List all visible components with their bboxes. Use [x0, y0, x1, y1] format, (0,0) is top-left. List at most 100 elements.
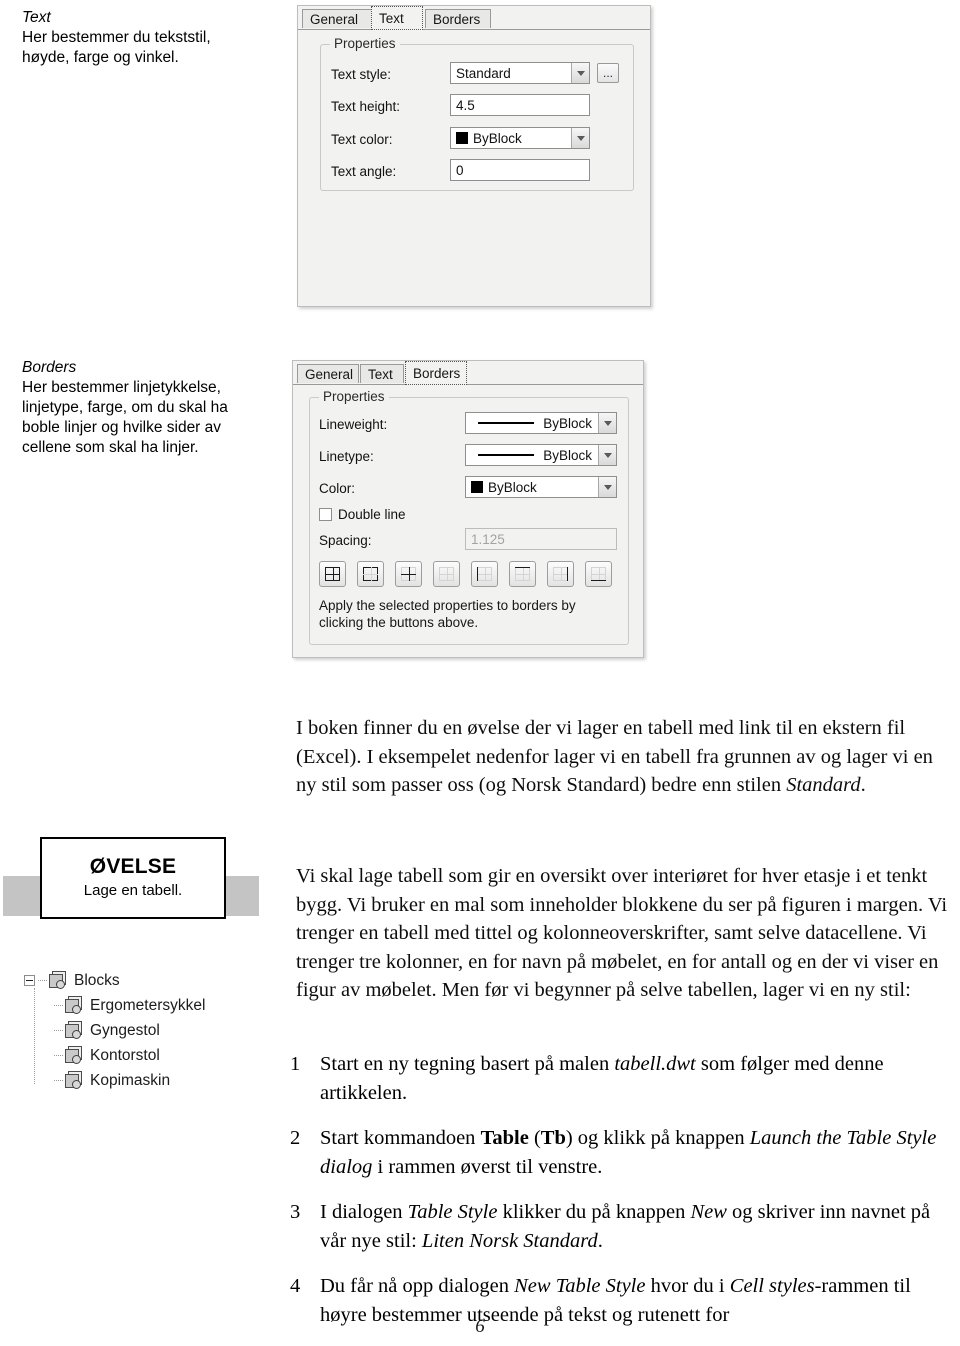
collapse-minus-icon[interactable]	[24, 975, 35, 986]
margin-note-text-title: Text	[22, 9, 51, 26]
numbered-step: 1 Start en ny tegning basert på malen tab…	[290, 1050, 960, 1107]
linetype-label: Linetype:	[319, 449, 374, 464]
document-page: Text Her bestemmer du tekststil, høyde, …	[0, 0, 960, 1346]
text-color-combo[interactable]: ByBlock	[450, 127, 590, 149]
no-borders-icon	[439, 567, 454, 581]
margin-note-text-body: Her bestemmer du tekststil, høyde, farge…	[22, 29, 211, 66]
block-icon	[49, 971, 70, 990]
left-border-icon	[477, 567, 492, 581]
intro-paragraph: I boken finner du en øvelse der vi lager…	[296, 714, 956, 800]
text-color-value: ByBlock	[473, 130, 522, 146]
tabstrip-underline	[298, 29, 650, 30]
numbered-steps-list: 1 Start en ny tegning basert på malen tab…	[290, 1050, 960, 1346]
block-icon	[65, 996, 86, 1015]
step-text: I dialogen Table Style klikker du på kna…	[320, 1198, 960, 1255]
tree-dot-leader	[54, 1004, 63, 1007]
tab-text[interactable]: Text	[371, 6, 423, 30]
margin-note-borders-title: Borders	[22, 359, 77, 376]
step-text-fragment: Cell styles	[729, 1275, 815, 1297]
tree-root-label: Blocks	[74, 971, 120, 989]
step-text-fragment: klikker du på knappen	[497, 1201, 691, 1223]
text-color-label: Text color:	[331, 132, 393, 147]
tree-dot-leader	[54, 1079, 63, 1082]
step-text-fragment: Liten Norsk Standard	[421, 1229, 598, 1252]
color-swatch-icon	[471, 481, 483, 493]
tree-row-item[interactable]: Gyngestol	[54, 1018, 264, 1043]
left-border-button[interactable]	[471, 561, 498, 587]
tab-borders[interactable]: Borders	[425, 9, 491, 28]
step-text-fragment: tabell.dwt	[614, 1053, 696, 1075]
exercise-subtitle: Lage en tabell.	[83, 882, 183, 899]
numbered-step: 2 Start kommandoen Table (Tb) og klikk på…	[290, 1124, 960, 1181]
tree-item-label: Kontorstol	[90, 1046, 160, 1064]
step-text-fragment: (	[528, 1127, 541, 1149]
border-color-value: ByBlock	[488, 479, 537, 495]
color-label: Color:	[319, 481, 356, 496]
tab-text[interactable]: Text	[360, 364, 404, 383]
lineweight-preview-icon	[478, 422, 535, 424]
inside-borders-button[interactable]	[395, 561, 422, 587]
tab-borders[interactable]: Borders	[405, 361, 467, 385]
text-height-input[interactable]: 4.5	[450, 94, 590, 116]
spacing-value: 1.125	[471, 531, 505, 547]
no-borders-button[interactable]	[433, 561, 460, 587]
tree-dot-leader	[54, 1054, 63, 1057]
tree-row-root[interactable]: Blocks	[24, 968, 264, 993]
chevron-down-icon[interactable]	[598, 477, 616, 497]
margin-note-text: Text Her bestemmer du tekststil, høyde, …	[22, 8, 252, 68]
exercise-title: ØVELSE	[89, 855, 177, 878]
chevron-down-icon[interactable]	[571, 63, 589, 83]
outside-borders-button[interactable]	[357, 561, 384, 587]
step-text-fragment: hvor du i	[645, 1275, 730, 1297]
all-borders-icon	[325, 567, 340, 581]
tree-item-label: Ergometersykkel	[90, 996, 206, 1014]
top-border-icon	[515, 567, 530, 581]
step-text-fragment: Start en ny tegning basert på malen	[320, 1053, 615, 1075]
step-number: 1	[290, 1053, 301, 1075]
tree-row-item[interactable]: Kontorstol	[54, 1043, 264, 1068]
lineweight-label: Lineweight:	[319, 417, 388, 432]
margin-note-borders-body: Her bestemmer linjetykkelse, linjetype, …	[22, 379, 228, 456]
chevron-down-icon[interactable]	[598, 445, 616, 465]
text-angle-value: 0	[456, 162, 464, 178]
linetype-value: ByBlock	[543, 447, 592, 463]
margin-note-borders: Borders Her bestemmer linjetykkelse, lin…	[22, 358, 267, 458]
inside-borders-icon	[401, 567, 416, 581]
cell-style-dialog-borders-tab: General Text Borders Properties Lineweig…	[292, 360, 644, 658]
tabstrip-text-dialog: General Text Borders	[298, 6, 650, 30]
chevron-down-icon[interactable]	[598, 413, 616, 433]
page-number: 6	[475, 1316, 485, 1337]
text-height-label: Text height:	[331, 99, 401, 114]
all-borders-button[interactable]	[319, 561, 346, 587]
step-text-fragment: Table	[480, 1127, 529, 1149]
double-line-checkbox[interactable]	[319, 508, 332, 521]
chevron-down-icon[interactable]	[571, 128, 589, 148]
tree-row-item[interactable]: Kopimaskin	[54, 1068, 264, 1093]
top-border-button[interactable]	[509, 561, 536, 587]
bottom-border-button[interactable]	[585, 561, 612, 587]
border-color-combo[interactable]: ByBlock	[465, 476, 617, 498]
text-angle-label: Text angle:	[331, 164, 397, 179]
linetype-preview-icon	[478, 454, 535, 456]
tree-dot-leader	[38, 979, 47, 982]
spacing-input[interactable]: 1.125	[465, 528, 617, 550]
lineweight-combo[interactable]: ByBlock	[465, 412, 617, 434]
text-style-combo[interactable]: Standard	[450, 62, 590, 84]
browse-text-style-button[interactable]: ...	[597, 63, 619, 83]
right-border-button[interactable]	[547, 561, 574, 587]
text-angle-input[interactable]: 0	[450, 159, 590, 181]
lineweight-value: ByBlock	[543, 415, 592, 431]
block-icon	[65, 1071, 86, 1090]
tree-row-item[interactable]: Ergometersykkel	[54, 993, 264, 1018]
tab-general[interactable]: General	[297, 364, 359, 383]
linetype-combo[interactable]: ByBlock	[465, 444, 617, 466]
tab-general[interactable]: General	[302, 9, 374, 28]
spacing-label: Spacing:	[319, 533, 372, 548]
properties-groupbox-legend: Properties	[319, 389, 389, 404]
tabstrip-borders-dialog: General Text Borders	[293, 361, 643, 385]
step-text-fragment: I dialogen	[320, 1201, 408, 1223]
step-text-fragment: Start kommandoen	[320, 1127, 481, 1149]
bottom-border-icon	[591, 567, 606, 581]
step-text-fragment: i rammen øverst til venstre.	[372, 1155, 603, 1178]
step-text: Start kommandoen Table (Tb) og klikk på …	[320, 1124, 960, 1181]
